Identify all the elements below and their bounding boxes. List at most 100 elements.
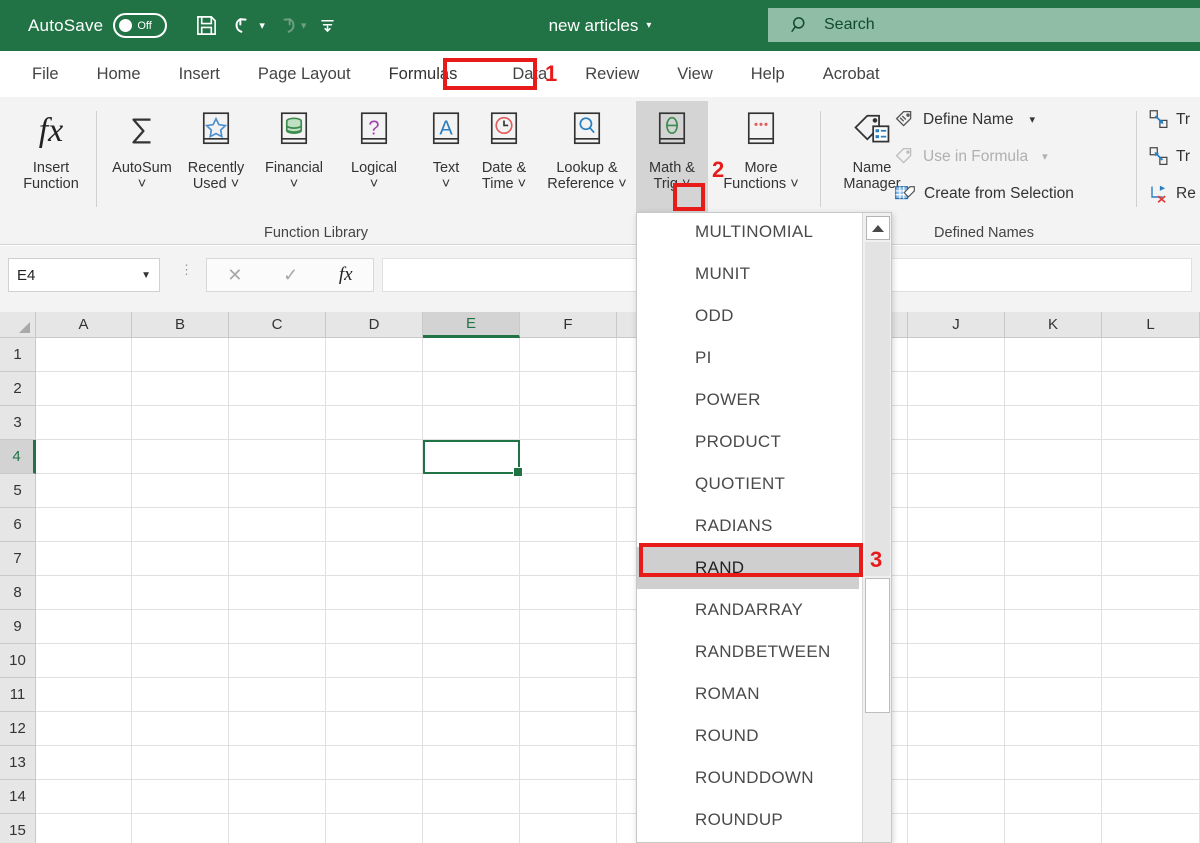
grid-cell[interactable] xyxy=(1102,508,1200,542)
menu-item-product[interactable]: PRODUCT xyxy=(637,421,859,463)
menu-item-radians[interactable]: RADIANS xyxy=(637,505,859,547)
grid-cell[interactable] xyxy=(326,542,423,576)
grid-cell[interactable] xyxy=(326,780,423,814)
grid-cell[interactable] xyxy=(229,440,326,474)
menu-item-power[interactable]: POWER xyxy=(637,379,859,421)
grid-cell[interactable] xyxy=(908,678,1005,712)
grid-cell[interactable] xyxy=(36,406,132,440)
selected-cell-e4[interactable] xyxy=(423,440,523,477)
grid-cell[interactable] xyxy=(423,338,520,372)
column-header-a[interactable]: A xyxy=(36,312,132,338)
grid-cell[interactable] xyxy=(229,712,326,746)
grid-cell[interactable] xyxy=(908,338,1005,372)
grid-cell[interactable] xyxy=(423,610,520,644)
recently-used-caret-icon[interactable]: ˅ xyxy=(231,176,239,192)
column-header-b[interactable]: B xyxy=(132,312,229,338)
grid-cell[interactable] xyxy=(326,372,423,406)
grid-cell[interactable] xyxy=(423,576,520,610)
grid-cell[interactable] xyxy=(1102,814,1200,843)
grid-cell[interactable] xyxy=(326,474,423,508)
grid-cell[interactable] xyxy=(229,576,326,610)
grid-cell[interactable] xyxy=(908,576,1005,610)
lookup-reference-caret-icon[interactable]: ˅ xyxy=(618,176,626,192)
grid-cell[interactable] xyxy=(326,338,423,372)
name-box-caret-icon[interactable]: ▼ xyxy=(141,270,151,281)
grid-cell[interactable] xyxy=(423,780,520,814)
grid-cell[interactable] xyxy=(1102,474,1200,508)
grid-cell[interactable] xyxy=(132,746,229,780)
financial-caret-icon[interactable]: ˅ xyxy=(290,176,298,192)
grid-cell[interactable] xyxy=(326,678,423,712)
menu-item-quotient[interactable]: QUOTIENT xyxy=(637,463,859,505)
grid-cell[interactable] xyxy=(229,338,326,372)
date-time-caret-icon[interactable]: ˅ xyxy=(518,176,526,192)
tab-home[interactable]: Home xyxy=(87,61,151,88)
grid-cell[interactable] xyxy=(1102,780,1200,814)
grid-cell[interactable] xyxy=(36,610,132,644)
tab-acrobat[interactable]: Acrobat xyxy=(813,61,890,88)
column-header-k[interactable]: K xyxy=(1005,312,1102,338)
undo-dropdown-caret-icon[interactable]: ▾ xyxy=(259,19,265,32)
grid-cell[interactable] xyxy=(1102,576,1200,610)
column-header-j[interactable]: J xyxy=(908,312,1005,338)
grid-cell[interactable] xyxy=(229,542,326,576)
tab-formulas[interactable]: Formulas xyxy=(379,61,468,88)
recently-used-button[interactable]: Recently Used ˅ xyxy=(180,101,252,217)
menu-item-randarray[interactable]: RANDARRAY xyxy=(637,589,859,631)
grid-cell[interactable] xyxy=(132,440,229,474)
grid-cell[interactable] xyxy=(1102,678,1200,712)
grid-cell[interactable] xyxy=(520,338,617,372)
grid-cell[interactable] xyxy=(520,610,617,644)
scroll-up-arrow-icon[interactable] xyxy=(866,216,890,240)
trace-dependents-button[interactable]: Tr xyxy=(1148,146,1190,167)
menu-item-pi[interactable]: PI xyxy=(637,337,859,379)
document-title-caret-icon[interactable]: ▾ xyxy=(646,20,651,31)
grid-cell[interactable] xyxy=(908,746,1005,780)
menu-item-roman[interactable]: ROMAN xyxy=(637,673,859,715)
tab-file[interactable]: File xyxy=(22,61,69,88)
grid-cell[interactable] xyxy=(229,746,326,780)
grid-cell[interactable] xyxy=(423,474,520,508)
grid-cell[interactable] xyxy=(36,814,132,843)
grid-cell[interactable] xyxy=(423,814,520,843)
tab-insert[interactable]: Insert xyxy=(169,61,230,88)
grid-cell[interactable] xyxy=(132,508,229,542)
grid-cell[interactable] xyxy=(132,338,229,372)
grid-cell[interactable] xyxy=(908,542,1005,576)
grid-cell[interactable] xyxy=(423,678,520,712)
grid-cell[interactable] xyxy=(1005,712,1102,746)
row-header-11[interactable]: 11 xyxy=(0,678,36,712)
trace-precedents-button[interactable]: Tr xyxy=(1148,109,1190,130)
grid-cell[interactable] xyxy=(36,678,132,712)
row-header-14[interactable]: 14 xyxy=(0,780,36,814)
grid-cell[interactable] xyxy=(423,542,520,576)
create-from-selection-button[interactable]: Create from Selection xyxy=(894,183,1074,204)
grid-cell[interactable] xyxy=(520,542,617,576)
menu-item-roundup[interactable]: ROUNDUP xyxy=(637,799,859,841)
grid-cell[interactable] xyxy=(132,712,229,746)
column-header-c[interactable]: C xyxy=(229,312,326,338)
define-name-caret-icon[interactable]: ▾ xyxy=(1029,113,1035,126)
grid-cell[interactable] xyxy=(1005,542,1102,576)
grid-cell[interactable] xyxy=(423,406,520,440)
grid-cell[interactable] xyxy=(132,610,229,644)
save-icon[interactable] xyxy=(189,9,223,43)
grid-cell[interactable] xyxy=(423,712,520,746)
row-header-7[interactable]: 7 xyxy=(0,542,36,576)
column-header-f[interactable]: F xyxy=(520,312,617,338)
logical-caret-icon[interactable]: ˅ xyxy=(370,176,378,192)
grid-cell[interactable] xyxy=(229,406,326,440)
grid-cell[interactable] xyxy=(36,440,132,474)
grid-cell[interactable] xyxy=(132,474,229,508)
grid-cell[interactable] xyxy=(423,508,520,542)
grid-cell[interactable] xyxy=(520,508,617,542)
grid-cell[interactable] xyxy=(229,814,326,843)
dropdown-scroll-thumb[interactable] xyxy=(865,578,890,713)
grid-cell[interactable] xyxy=(36,576,132,610)
menu-item-randbetween[interactable]: RANDBETWEEN xyxy=(637,631,859,673)
grid-cell[interactable] xyxy=(908,440,1005,474)
tab-view[interactable]: View xyxy=(667,61,722,88)
grid-cell[interactable] xyxy=(132,406,229,440)
grid-cell[interactable] xyxy=(326,610,423,644)
grid-cell[interactable] xyxy=(1102,406,1200,440)
